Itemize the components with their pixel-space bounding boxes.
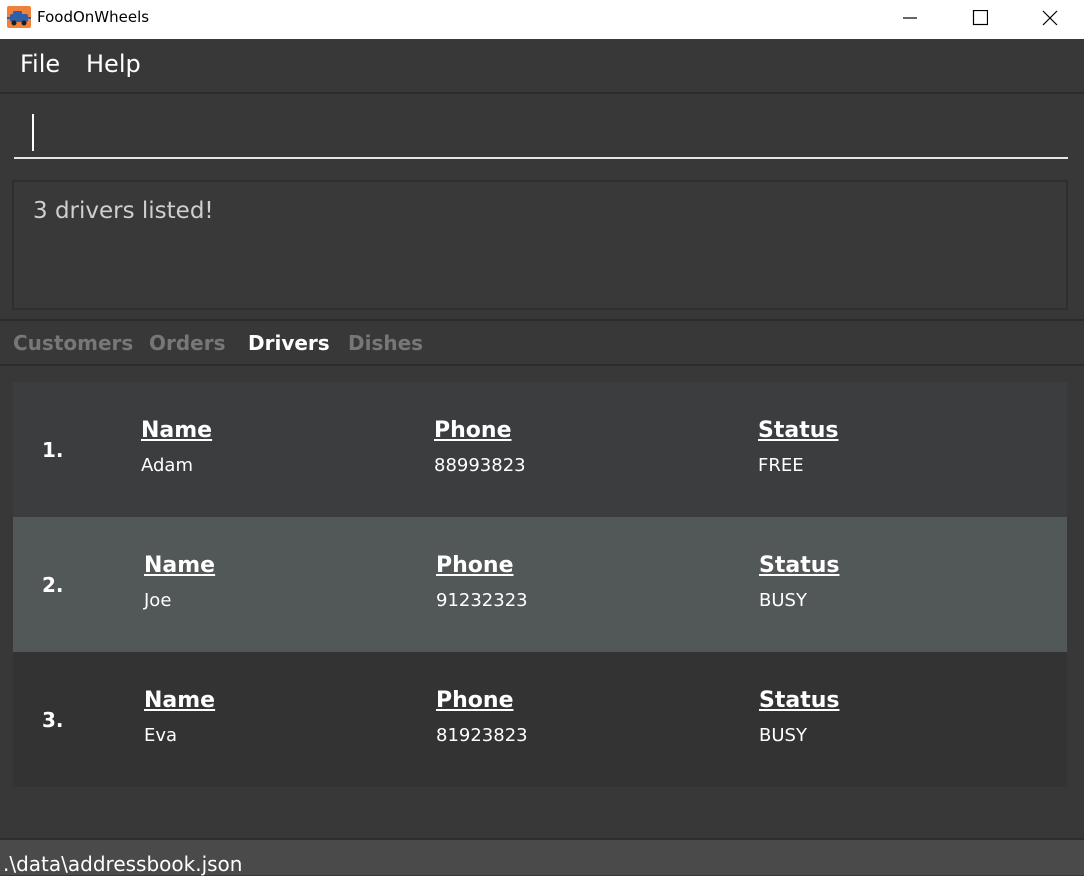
result-display: 3 drivers listed!	[12, 180, 1068, 310]
app-logo-icon	[7, 6, 31, 28]
driver-name: Adam	[141, 455, 193, 476]
text-caret	[32, 114, 34, 151]
list-item[interactable]: 3. Name Eva Phone 81923823 Status BUSY	[13, 652, 1067, 787]
close-icon	[1042, 10, 1058, 26]
driver-status: BUSY	[759, 725, 807, 746]
phone-label: Phone	[436, 553, 514, 578]
list-item[interactable]: 1. Name Adam Phone 88993823 Status FREE	[13, 382, 1067, 517]
driver-phone: 88993823	[434, 455, 526, 476]
tab-orders[interactable]: Orders	[149, 331, 226, 355]
close-button[interactable]	[1014, 0, 1084, 34]
driver-name: Eva	[144, 725, 178, 746]
name-label: Name	[141, 418, 213, 443]
driver-name: Joe	[144, 590, 172, 611]
driver-phone: 91232323	[436, 590, 528, 611]
driver-status: FREE	[758, 455, 804, 476]
name-label: Name	[144, 553, 216, 578]
tab-dishes[interactable]: Dishes	[348, 331, 423, 355]
command-box	[0, 94, 1084, 170]
driver-list: 1. Name Adam Phone 88993823 Status FREE …	[0, 366, 1084, 838]
title-bar: FoodOnWheels	[0, 0, 1084, 39]
command-input[interactable]	[14, 104, 1068, 159]
driver-index: 1.	[42, 438, 64, 462]
result-message: 3 drivers listed!	[33, 198, 214, 224]
phone-label: Phone	[436, 688, 514, 713]
tab-customers[interactable]: Customers	[13, 331, 133, 355]
list-item[interactable]: 2. Name Joe Phone 91232323 Status BUSY	[13, 517, 1067, 652]
status-label: Status	[758, 418, 839, 443]
phone-label: Phone	[434, 418, 512, 443]
minimize-button[interactable]	[874, 0, 944, 34]
menu-file[interactable]: File	[20, 50, 60, 78]
menu-help[interactable]: Help	[86, 50, 141, 78]
name-label: Name	[144, 688, 216, 713]
status-label: Status	[759, 688, 840, 713]
driver-status: BUSY	[759, 590, 807, 611]
driver-index: 3.	[42, 708, 64, 732]
status-bar: .\data\addressbook.json	[0, 838, 1084, 876]
driver-index: 2.	[42, 573, 64, 597]
window-title: FoodOnWheels	[37, 8, 150, 26]
maximize-button[interactable]	[944, 0, 1014, 34]
menu-bar: File Help	[0, 39, 1084, 94]
tab-bar: Customers Orders Drivers Dishes	[0, 321, 1084, 366]
maximize-icon	[972, 10, 988, 26]
tab-drivers[interactable]: Drivers	[248, 331, 330, 355]
data-file-path: .\data\addressbook.json	[3, 852, 243, 876]
status-label: Status	[759, 553, 840, 578]
driver-phone: 81923823	[436, 725, 528, 746]
minimize-icon	[903, 17, 917, 19]
